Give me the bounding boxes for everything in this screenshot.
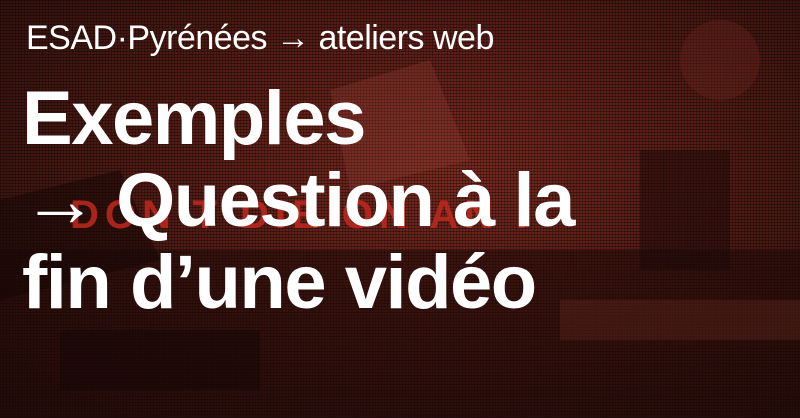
page-title: Exemples → Question à la fin d’une vidéo	[22, 76, 575, 325]
title-line-3: fin d’une vidéo	[22, 240, 537, 325]
breadcrumb-kicker: ESAD·Pyrénées → ateliers web	[26, 19, 494, 57]
title-line-1: Exemples	[22, 76, 366, 161]
title-line-2: → Question à la	[22, 158, 575, 243]
social-card: DON'T DIE ON AN I ESAD·Pyrénées → atelie…	[0, 0, 800, 418]
